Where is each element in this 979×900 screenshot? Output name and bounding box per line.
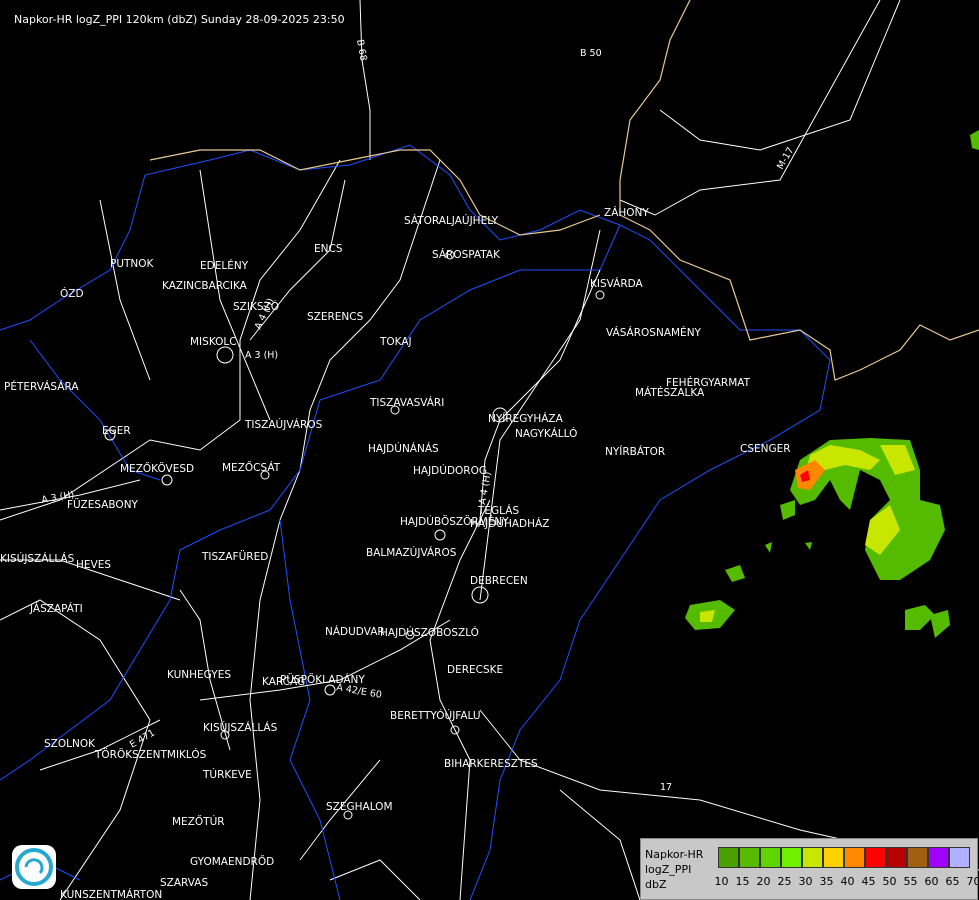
road-label: B 50 [580,48,602,59]
road-label: E 471 [128,727,157,750]
city-label: BIHARKERESZTES [444,758,538,770]
city-label: MISKOLC [190,336,237,348]
city-label: TISZAVASVÁRI [369,396,444,409]
legend-title-line: logZ_PPI [645,863,692,876]
city-label: BERETTYÓÚJFALU [390,709,481,722]
city-label: KISÚJSZÁLLÁS [0,552,75,565]
city-label: HAJDÚDOROG [413,464,487,477]
legend-swatch [928,847,949,868]
road-label: 17 [660,782,672,793]
city-label: TÚRKEVE [202,768,252,781]
city-label: HEVES [76,559,111,571]
legend-tick-label: 20 [756,875,771,888]
city-label: SZEGHALOM [326,801,393,813]
city-label: TISZAFÜRED [201,550,268,563]
legend-tick-label: 70 [966,875,979,888]
legend-tick-label: 45 [861,875,876,888]
legend-tick-label: 35 [819,875,834,888]
city-label: TOKAJ [379,336,412,348]
legend-swatch [718,847,739,868]
legend-ticks: 10 15 20 25 30 35 40 45 50 55 60 65 70 [711,875,979,888]
logo-icon [12,845,56,889]
legend-tick-label: 40 [840,875,855,888]
city-label: KAZINCBARCIKA [162,280,248,292]
legend-swatch [760,847,781,868]
legend-tick-label: 50 [882,875,897,888]
legend-title: Napkor-HR logZ_PPI dbZ [645,847,703,892]
legend-swatch [949,847,970,868]
legend-swatch [907,847,928,868]
legend-tick-label: 55 [903,875,918,888]
map-title: Napkor-HR logZ_PPI 120km (dbZ) Sunday 28… [14,13,345,26]
legend-swatch [844,847,865,868]
road-label: B 68 [354,39,369,62]
city-label: SZERENCS [307,311,364,323]
city-label: ÓZD [60,287,84,300]
dbz-legend: Napkor-HR logZ_PPI dbZ 10 15 20 25 30 35 40 45 5… [640,838,979,900]
legend-swatch [739,847,760,868]
city-label: NYÍRBÁTOR [605,445,665,458]
city-label: PÉTERVÁSÁRA [4,380,79,393]
legend-tick-label: 60 [924,875,939,888]
legend-tick-label: 10 [714,875,729,888]
road-label: A 3 (H) [245,350,278,361]
legend-title-line: Napkor-HR [645,848,704,861]
city-label: VÁSÁROSNAMÉNY [606,326,702,339]
city-label: TISZAÚJVÁROS [244,418,323,431]
city-label: KISVÁRDA [590,277,644,290]
city-label: KUNHEGYES [167,669,231,681]
legend-swatch [781,847,802,868]
city-label: MEZŐCSÁT [222,460,281,474]
city-label: JÁSZAPÁTI [29,602,83,615]
city-labels: SÁTORALJAÚJHELY SÁROSPATAK ZÁHONY PUTNOK EDE… [0,206,791,900]
city-label: NÁDUDVAR [325,625,385,638]
city-label: ENCS [314,243,343,255]
city-label: EGER [102,425,131,437]
city-label: CSENGER [740,443,791,455]
city-label: SÁROSPATAK [432,248,501,261]
radar-map: SÁTORALJAÚJHELY SÁROSPATAK ZÁHONY PUTNOK EDE… [0,0,979,900]
city-label: SZARVAS [160,877,208,889]
city-label: DERECSKE [447,664,503,676]
city-label: HAJDÚHADHÁZ [470,517,549,530]
legend-swatch [865,847,886,868]
city-label: MEZŐTÚR [172,814,225,828]
legend-swatches [718,847,970,868]
city-label: HAJDÚNÁNÁS [368,442,439,455]
city-label: HAJDÚSZOBOSZLÓ [380,626,479,639]
legend-tick-label: 65 [945,875,960,888]
city-label: MEZŐKÖVESD [120,461,194,475]
legend-tick-label: 30 [798,875,813,888]
city-label: TÖRÖKSZENTMIKLÓS [94,748,207,761]
city-label: DEBRECEN [470,575,528,587]
legend-tick-label: 25 [777,875,792,888]
city-label: SZOLNOK [44,738,96,750]
legend-swatch [886,847,907,868]
city-label: KISÚJSZÁLLÁS [203,721,278,734]
road-label: A 42/E 60 [335,682,382,701]
city-label: NAGYKÁLLÓ [515,427,577,440]
city-label: PUTNOK [110,258,155,270]
city-label: GYOMAENDRŐD [190,854,274,868]
country-border [149,0,979,381]
legend-title-line: dbZ [645,878,667,891]
city-label: ZÁHONY [604,206,649,219]
city-label: KUNSZENTMÁRTON [60,888,162,900]
road-label: M-17 [775,145,796,171]
legend-swatch [802,847,823,868]
legend-swatch [823,847,844,868]
legend-tick-label: 15 [735,875,750,888]
city-label: NYÍREGYHÁZA [488,412,564,425]
city-label: FÜZESABONY [67,498,139,511]
city-label: BALMAZÚJVÁROS [366,546,457,559]
city-label: MÁTÉSZALKA [635,386,705,399]
city-label: EDELÉNY [200,259,249,272]
city-label: SÁTORALJAÚJHELY [404,214,499,227]
